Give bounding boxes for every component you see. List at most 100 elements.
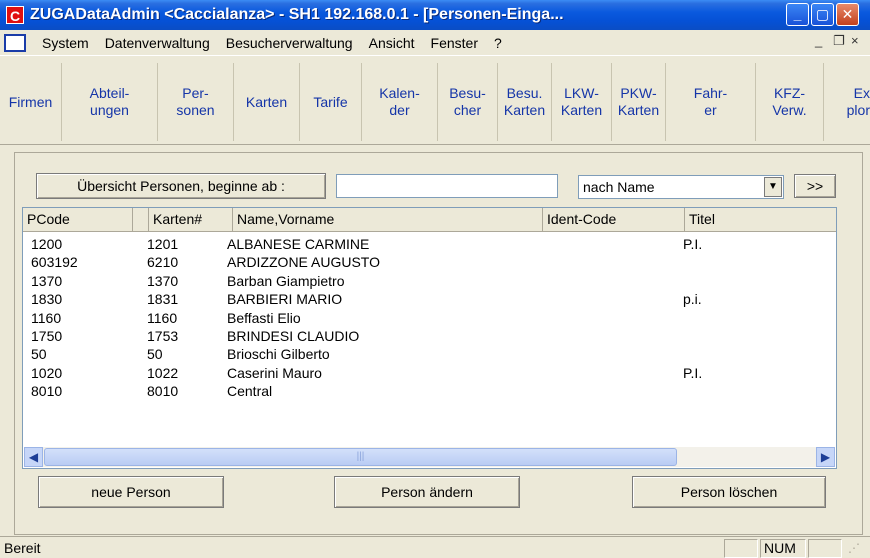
cell-titel: P.I. <box>683 236 703 252</box>
scroll-thumb[interactable]: ||| <box>44 448 677 466</box>
cell-pcode: 1160 <box>31 309 62 326</box>
chevron-down-icon[interactable]: ▼ <box>764 177 782 197</box>
toolbar-explorer-button[interactable]: Ex plor <box>824 63 870 141</box>
menu-besucherverwaltung[interactable]: Besucherverwaltung <box>218 35 361 51</box>
menu-help[interactable]: ? <box>486 35 510 51</box>
table-row[interactable]: 1830 1831 BARBIERI MARIO p.i. <box>23 290 836 308</box>
toolbar-label: Abteil- ungen <box>89 85 130 118</box>
toolbar-karten-button[interactable]: Karten <box>234 63 300 141</box>
toolbar-label: Fahr- er <box>693 85 728 118</box>
cell-name: Barban Giampietro <box>227 272 345 289</box>
menu-system[interactable]: System <box>34 35 97 51</box>
table-row[interactable]: 1200 1201 ALBANESE CARMINE P.I. <box>23 235 836 253</box>
document-icon[interactable] <box>4 33 26 52</box>
close-icon: ✕ <box>841 6 854 22</box>
new-person-button[interactable]: neue Person <box>38 476 224 508</box>
table-row[interactable]: 603192 6210 ARDIZZONE AUGUSTO <box>23 253 836 271</box>
horizontal-scrollbar[interactable]: ◀ ||| ▶ <box>24 447 835 467</box>
close-button[interactable]: ✕ <box>836 3 859 26</box>
search-input[interactable] <box>336 174 558 198</box>
toolbar-kfz-verw-button[interactable]: KFZ- Verw. <box>756 63 824 141</box>
toolbar-lkw-karten-button[interactable]: LKW- Karten <box>552 63 612 141</box>
cell-name: BRINDESI CLAUDIO <box>227 328 360 344</box>
toolbar-firmen-button[interactable]: Firmen <box>0 63 62 141</box>
column-header-spacer[interactable] <box>133 208 149 231</box>
table-row[interactable]: 1160 1160 Beffasti Elio <box>23 309 836 327</box>
cell-titel: p.i. <box>683 291 702 308</box>
scroll-left-icon[interactable]: ◀ <box>24 447 43 467</box>
resize-grip-icon[interactable]: ⋰ <box>848 541 864 557</box>
mdi-close-button[interactable]: × <box>851 33 859 48</box>
menu-datenverwaltung[interactable]: Datenverwaltung <box>97 35 218 51</box>
table-row[interactable]: 1020 1022 Caserini Mauro P.I. <box>23 364 836 382</box>
menu-ansicht[interactable]: Ansicht <box>361 35 423 51</box>
maximize-icon: ▢ <box>815 6 830 22</box>
toolbar-fahrer-button[interactable]: Fahr- er <box>666 63 756 141</box>
cell-pcode: 8010 <box>31 383 63 400</box>
toolbar-label: Tarife <box>313 93 348 110</box>
scroll-right-icon[interactable]: ▶ <box>816 447 835 467</box>
toolbar-tarife-button[interactable]: Tarife <box>300 63 362 141</box>
maximize-button[interactable]: ▢ <box>811 3 834 26</box>
cell-name: ALBANESE CARMINE <box>227 236 370 252</box>
delete-person-button[interactable]: Person löschen <box>632 476 826 508</box>
edit-person-label: Person ändern <box>381 484 473 500</box>
toolbar-besu-karten-button[interactable]: Besu. Karten <box>498 63 552 141</box>
overview-persons-button[interactable]: Übersicht Personen, beginne ab : <box>36 173 326 199</box>
mdi-restore-button[interactable]: ❐ <box>833 33 845 49</box>
cell-pcode: 1750 <box>31 328 63 344</box>
column-header-name[interactable]: Name,Vorname <box>233 208 543 231</box>
toolbar-abteilungen-button[interactable]: Abteil- ungen <box>62 63 158 141</box>
status-panel <box>724 539 758 558</box>
minimize-button[interactable]: _ <box>786 3 809 26</box>
table-row[interactable]: 50 50 Brioschi Gilberto <box>23 345 836 363</box>
overview-persons-label: Übersicht Personen, beginne ab : <box>77 178 285 194</box>
toolbar-label: KFZ- Verw. <box>772 85 807 118</box>
mdi-minimize-button[interactable]: _ <box>815 33 822 48</box>
toolbar-kalender-button[interactable]: Kalen- der <box>362 63 438 141</box>
toolbar-label: LKW- Karten <box>560 85 603 118</box>
cell-name: Brioschi Gilberto <box>227 346 330 363</box>
toolbar-label: Besu. Karten <box>503 85 546 118</box>
sort-select[interactable]: nach Name ▼ <box>578 175 784 199</box>
cell-pcode: 1020 <box>31 364 63 381</box>
toolbar-besucher-button[interactable]: Besu- cher <box>438 63 498 141</box>
column-header-titel[interactable]: Titel <box>685 208 836 231</box>
table-row[interactable]: 8010 8010 Central <box>23 382 836 400</box>
cell-pcode: 1200 <box>31 236 63 252</box>
cell-name: Caserini Mauro <box>227 364 322 381</box>
column-header-karten[interactable]: Karten# <box>149 208 233 231</box>
status-panel <box>808 539 842 558</box>
cell-karten: 50 <box>147 346 163 363</box>
cell-pcode: 1370 <box>31 272 63 289</box>
title-bar[interactable]: C ZUGADataAdmin <Caccialanza> - SH1 192.… <box>0 0 870 30</box>
table-row[interactable]: 1750 1753 BRINDESI CLAUDIO <box>23 327 836 345</box>
toolbar-label: Firmen <box>8 93 53 110</box>
cell-karten: 1370 <box>147 272 179 289</box>
delete-person-label: Person löschen <box>680 484 778 500</box>
edit-person-button[interactable]: Person ändern <box>334 476 520 508</box>
num-indicator: NUM <box>760 539 806 558</box>
sort-select-value: nach Name <box>583 179 655 195</box>
cell-name: ARDIZZONE AUGUSTO <box>227 254 380 271</box>
table-row[interactable]: 1370 1370 Barban Giampietro <box>23 272 836 290</box>
go-button[interactable]: >> <box>794 174 836 198</box>
go-label: >> <box>806 178 824 194</box>
new-person-label: neue Person <box>91 484 171 500</box>
list-header: PCode Karten# Name,Vorname Ident-Code Ti… <box>23 208 836 232</box>
cell-name: BARBIERI MARIO <box>227 291 343 308</box>
toolbar-label: Besu- cher <box>449 85 486 118</box>
toolbar-pkw-karten-button[interactable]: PKW- Karten <box>612 63 666 141</box>
cell-karten: 1831 <box>147 291 179 308</box>
column-header-pcode[interactable]: PCode <box>23 208 133 231</box>
column-header-ident[interactable]: Ident-Code <box>543 208 685 231</box>
toolbar-personen-button[interactable]: Per- sonen <box>158 63 234 141</box>
cell-karten: 8010 <box>147 383 179 400</box>
toolbar-label: Per- sonen <box>176 85 215 118</box>
menu-fenster[interactable]: Fenster <box>423 35 486 51</box>
persons-list[interactable]: PCode Karten# Name,Vorname Ident-Code Ti… <box>22 207 837 469</box>
status-bar: Bereit NUM ⋰ <box>0 536 870 558</box>
cell-pcode: 50 <box>31 346 47 363</box>
cell-karten: 1201 <box>147 236 179 252</box>
cell-karten: 6210 <box>147 254 179 271</box>
